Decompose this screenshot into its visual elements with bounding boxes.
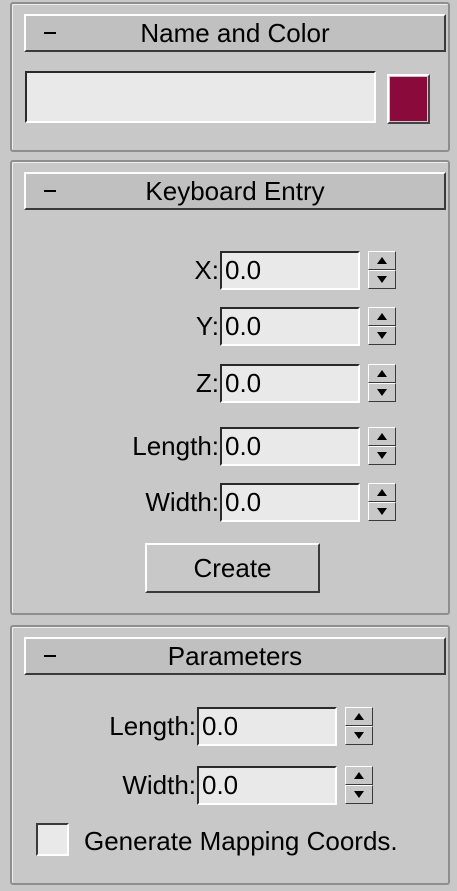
width-input[interactable]: 0.0 [220, 482, 360, 522]
length-input[interactable]: 0.0 [220, 426, 360, 466]
spin-down-button[interactable] [345, 785, 373, 804]
spin-down-button[interactable] [368, 383, 396, 402]
rollout-header-keyboard-entry[interactable]: Keyboard Entry [24, 172, 446, 210]
arrow-down-icon [377, 452, 387, 459]
rollout-title: Parameters [167, 641, 303, 671]
spinner-length: Length: 0.0 [132, 425, 396, 467]
param-length-input[interactable]: 0.0 [197, 706, 337, 746]
field-label: X: [194, 254, 219, 285]
rollout-title: Name and Color [140, 18, 330, 48]
arrow-up-icon [377, 370, 387, 377]
spin-down-button[interactable] [368, 446, 396, 465]
create-button[interactable]: Create [145, 543, 320, 593]
spin-up-button[interactable] [368, 307, 396, 326]
arrow-down-icon [377, 389, 387, 396]
minus-icon [44, 655, 56, 657]
spin-up-button[interactable] [368, 427, 396, 446]
spinner-z: Z: 0.0 [196, 362, 396, 404]
spin-down-button[interactable] [368, 502, 396, 521]
object-color-swatch[interactable] [387, 74, 430, 124]
arrow-up-icon [354, 713, 364, 720]
field-label: Length: [109, 710, 196, 741]
arrow-up-icon [354, 772, 364, 779]
field-label: Width: [145, 486, 219, 517]
rollout-header-name-and-color[interactable]: Name and Color [24, 14, 446, 52]
rollout-title: Keyboard Entry [145, 176, 325, 206]
x-input[interactable]: 0.0 [220, 250, 360, 290]
spinner-arrows [368, 251, 396, 289]
spin-down-button[interactable] [368, 270, 396, 289]
arrow-down-icon [377, 332, 387, 339]
spinner-arrows [368, 427, 396, 465]
spin-up-button[interactable] [345, 766, 373, 785]
spin-up-button[interactable] [368, 251, 396, 270]
spin-up-button[interactable] [345, 707, 373, 726]
spinner-param-width: Width: 0.0 [122, 764, 373, 806]
rollout-header-parameters[interactable]: Parameters [24, 637, 446, 675]
arrow-down-icon [377, 276, 387, 283]
field-label: Length: [132, 430, 219, 461]
spin-up-button[interactable] [368, 364, 396, 383]
spinner-arrows [345, 707, 373, 745]
field-label: Width: [122, 769, 196, 800]
generate-mapping-checkbox[interactable] [36, 823, 69, 856]
spinner-width: Width: 0.0 [145, 481, 396, 523]
spinner-y: Y: 0.0 [196, 305, 396, 347]
minus-icon [44, 190, 56, 192]
minus-icon [44, 32, 56, 34]
arrow-up-icon [377, 313, 387, 320]
arrow-down-icon [354, 732, 364, 739]
arrow-up-icon [377, 433, 387, 440]
spinner-arrows [345, 766, 373, 804]
arrow-up-icon [377, 489, 387, 496]
spinner-param-length: Length: 0.0 [109, 705, 373, 747]
param-width-input[interactable]: 0.0 [197, 765, 337, 805]
spinner-x: X: 0.0 [194, 249, 396, 291]
field-label: Y: [195, 310, 219, 341]
arrow-down-icon [377, 508, 387, 515]
spin-down-button[interactable] [368, 326, 396, 345]
spinner-arrows [368, 364, 396, 402]
spinner-arrows [368, 483, 396, 521]
spinner-arrows [368, 307, 396, 345]
generate-mapping-label: Generate Mapping Coords. [84, 826, 398, 856]
field-label: Z: [195, 367, 219, 398]
object-name-input[interactable] [25, 71, 376, 123]
y-input[interactable]: 0.0 [220, 306, 360, 346]
arrow-down-icon [354, 791, 364, 798]
spin-down-button[interactable] [345, 726, 373, 745]
color-fill [390, 77, 427, 121]
arrow-up-icon [377, 257, 387, 264]
spin-up-button[interactable] [368, 483, 396, 502]
z-input[interactable]: 0.0 [220, 363, 360, 403]
